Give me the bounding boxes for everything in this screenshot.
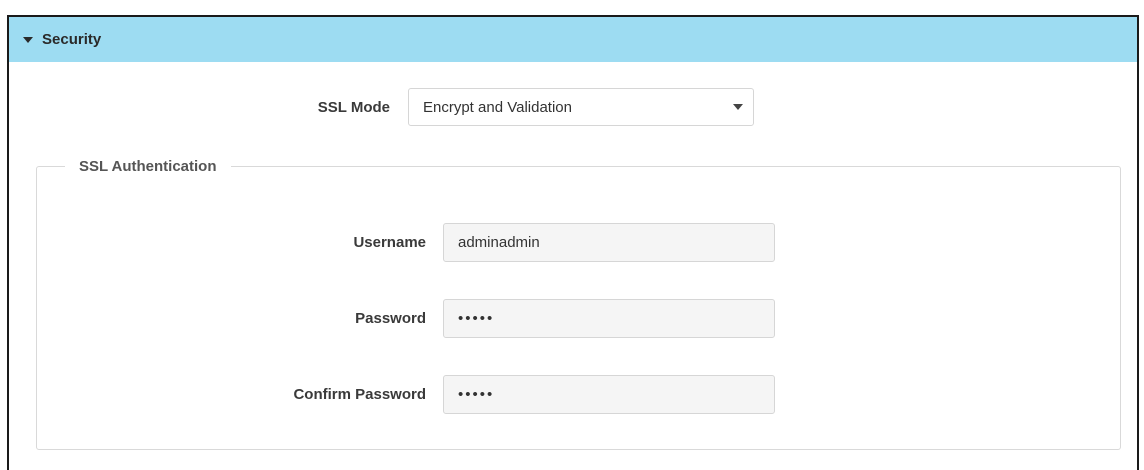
username-label: Username — [353, 234, 426, 251]
password-label: Password — [355, 310, 426, 327]
username-row: Username — [37, 223, 1120, 263]
password-row: Password — [37, 299, 1120, 339]
ssl-mode-selected-value: Encrypt and Validation — [423, 98, 572, 116]
caret-down-icon — [23, 37, 33, 43]
password-input[interactable] — [443, 299, 775, 338]
ssl-authentication-legend: SSL Authentication — [79, 158, 217, 175]
section-title: Security — [42, 31, 102, 48]
chevron-down-icon — [733, 104, 743, 110]
security-section-header[interactable]: Security — [9, 17, 1137, 62]
ssl-mode-label: SSL Mode — [317, 99, 390, 116]
security-panel: Security SSL Mode Encrypt and Validation… — [7, 15, 1139, 470]
ssl-mode-select[interactable]: Encrypt and Validation — [408, 88, 754, 126]
ssl-mode-row: SSL Mode Encrypt and Validation — [9, 88, 1137, 128]
confirm-password-row: Confirm Password — [37, 375, 1120, 415]
username-input[interactable] — [443, 223, 775, 262]
confirm-password-input[interactable] — [443, 375, 775, 414]
confirm-password-label: Confirm Password — [293, 386, 426, 403]
ssl-authentication-group: SSL Authentication Username Password Con… — [36, 158, 1121, 450]
